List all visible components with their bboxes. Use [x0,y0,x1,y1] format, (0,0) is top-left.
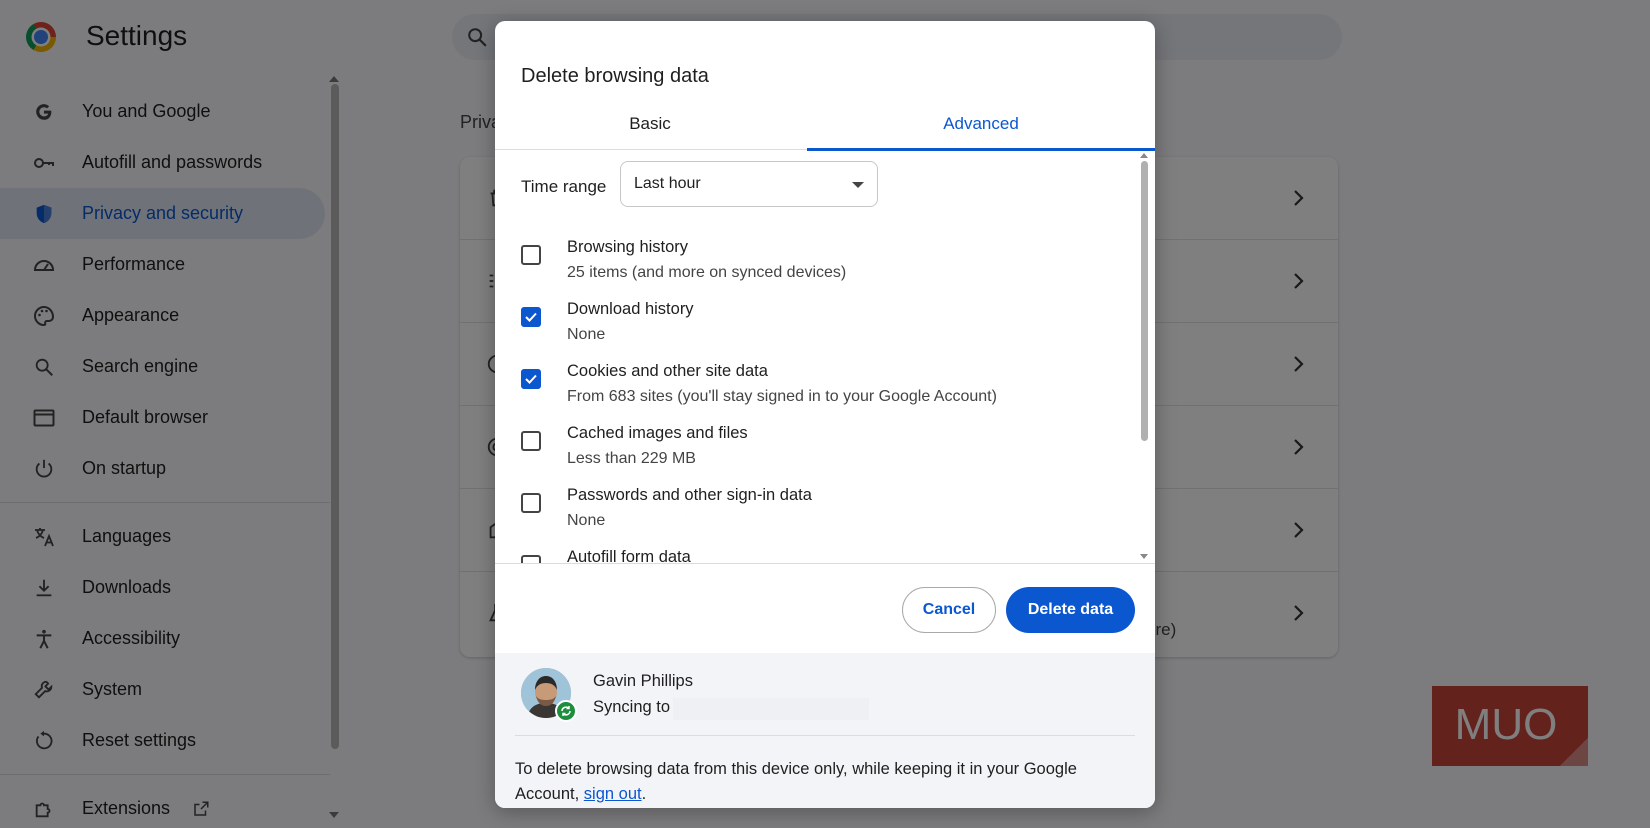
option-label: Download history [567,300,694,318]
option-autofill[interactable]: Autofill form data [495,543,1125,564]
delete-browsing-data-dialog: Delete browsing data Basic Advanced Time… [495,21,1155,808]
dialog-tabs: Basic Advanced [495,97,1155,151]
option-label: Passwords and other sign-in data [567,486,812,504]
option-label: Browsing history [567,238,689,256]
options-scrollbar[interactable] [1141,161,1148,441]
option-cached-images[interactable]: Cached images and files Less than 229 MB [495,419,1125,481]
account-name: Gavin Phillips [593,672,693,690]
cached-images-checkbox[interactable] [521,431,541,451]
option-label: Autofill form data [567,548,691,564]
option-browsing-history[interactable]: Browsing history 25 items (and more on s… [495,233,1125,295]
sign-out-note: To delete browsing data from this device… [515,757,1135,807]
account-sync-status: Syncing to [593,698,671,716]
download-history-checkbox[interactable] [521,307,541,327]
account-divider [515,735,1135,736]
redacted-email [673,698,869,720]
option-description: None [567,512,606,529]
option-description: Less than 229 MB [567,450,696,467]
dialog-title: Delete browsing data [521,65,709,87]
time-range-label: Time range [521,177,607,196]
option-label: Cookies and other site data [567,362,768,380]
sign-out-link[interactable]: sign out [584,785,642,803]
option-label: Cached images and files [567,424,748,442]
option-download-history[interactable]: Download history None [495,295,1125,357]
option-cookies[interactable]: Cookies and other site data From 683 sit… [495,357,1125,419]
dropdown-caret-icon [852,182,864,188]
cancel-button[interactable]: Cancel [902,587,996,633]
tab-advanced[interactable]: Advanced [807,97,1155,151]
option-description: From 683 sites (you'll stay signed in to… [567,388,997,405]
option-passwords[interactable]: Passwords and other sign-in data None [495,481,1125,543]
passwords-checkbox[interactable] [521,493,541,513]
time-range-select[interactable]: Last hour [620,161,878,207]
tab-basic[interactable]: Basic [495,97,805,150]
browsing-history-checkbox[interactable] [521,245,541,265]
account-section: Gavin Phillips Syncing to To delete brow… [495,653,1155,808]
list-scroll-up-arrow[interactable] [1140,153,1148,158]
dialog-options-list: Time range Last hour Browsing history 25… [495,151,1155,564]
autofill-checkbox[interactable] [521,555,541,563]
checkmark-icon [525,374,537,384]
cookies-checkbox[interactable] [521,369,541,389]
checkmark-icon [525,312,537,322]
option-description: 25 items (and more on synced devices) [567,264,847,281]
sync-icon [555,700,577,722]
delete-data-button[interactable]: Delete data [1006,587,1135,633]
option-description: None [567,326,606,343]
list-scroll-down-arrow[interactable] [1140,554,1148,559]
time-range-value: Last hour [634,175,701,192]
sign-out-note-end: . [641,785,647,803]
